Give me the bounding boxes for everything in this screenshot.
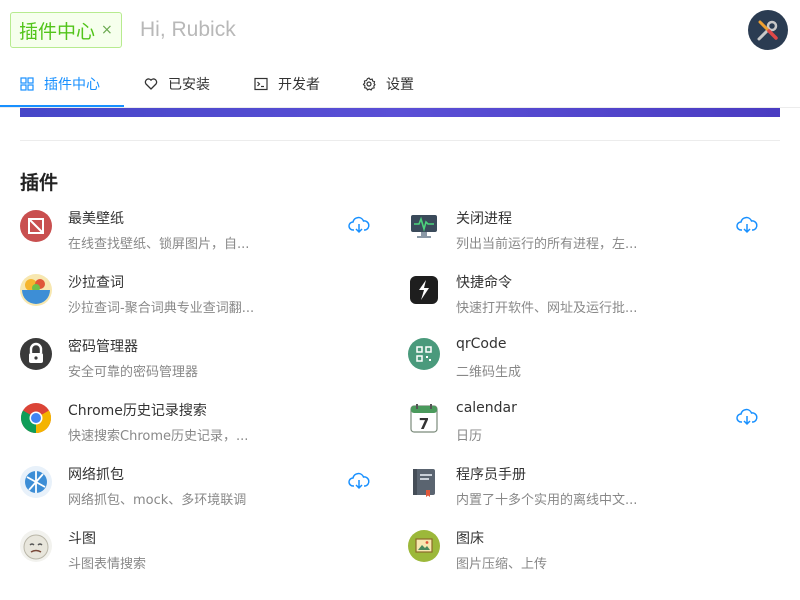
section-title: 插件 <box>20 172 59 194</box>
cloud-download-icon[interactable] <box>736 216 758 234</box>
plugin-market-window: 插件中心 × 插件中心 <box>0 0 800 600</box>
cloud-download-icon[interactable] <box>736 408 758 426</box>
plugin-desc: 日历 <box>456 429 483 444</box>
plugin-item[interactable]: 关闭进程 列出当前运行的所有进程，左... <box>408 206 768 262</box>
plugin-desc: 斗图表情搜索 <box>68 557 147 572</box>
plugin-item[interactable]: 图床 图片压缩、上传 <box>408 526 768 582</box>
carousel-banner[interactable] <box>20 108 780 117</box>
nav-tabs: 插件中心 已安装 开发者 设置 <box>0 62 800 108</box>
plugin-desc: 在线查找壁纸、锁屏图片，自... <box>68 237 250 252</box>
plugin-name: qrCode <box>456 336 507 352</box>
network-icon <box>20 466 52 498</box>
plugin-name: calendar <box>456 400 517 416</box>
plugin-name: 程序员手册 <box>456 467 526 483</box>
tab-developer[interactable]: 开发者 <box>254 62 320 106</box>
plugin-name: 图床 <box>456 531 484 547</box>
tab-installed[interactable]: 已安装 <box>144 62 210 106</box>
plugin-desc: 安全可靠的密码管理器 <box>68 365 199 380</box>
terminal-icon <box>254 77 268 91</box>
monitor-icon <box>408 210 440 242</box>
plugin-item[interactable]: qrCode 二维码生成 <box>408 334 768 390</box>
lock-icon <box>20 338 52 370</box>
plugin-desc: 二维码生成 <box>456 365 522 380</box>
calendar-icon: 7 <box>408 402 440 434</box>
plugin-name: 关闭进程 <box>456 211 512 227</box>
plugin-desc: 快速搜索Chrome历史记录，... <box>68 429 249 444</box>
grid-icon <box>20 77 34 91</box>
plugin-name: 快捷命令 <box>456 275 512 291</box>
search-bar: 插件中心 × <box>0 0 800 60</box>
tab-settings[interactable]: 设置 <box>362 62 414 106</box>
plugin-name: 网络抓包 <box>68 467 124 483</box>
tag-label: 插件中心 <box>19 20 96 43</box>
plugin-item[interactable]: 快捷命令 快速打开软件、网址及运行批... <box>408 270 768 326</box>
close-icon[interactable]: × <box>101 23 113 37</box>
tab-label: 开发者 <box>278 77 320 93</box>
plugin-item[interactable]: 沙拉查词 沙拉查词-聚合词典专业查词翻... <box>20 270 380 326</box>
plugin-name: 密码管理器 <box>68 339 138 355</box>
plugin-name: Chrome历史记录搜索 <box>68 403 207 419</box>
tab-label: 设置 <box>386 77 414 93</box>
plugin-item[interactable]: 程序员手册 内置了十多个实用的离线中文... <box>408 462 768 518</box>
cloud-download-icon[interactable] <box>348 472 370 490</box>
plugin-item[interactable]: 密码管理器 安全可靠的密码管理器 <box>20 334 380 390</box>
book-icon <box>408 466 440 498</box>
plugin-name: 最美壁纸 <box>68 211 124 227</box>
plugin-item[interactable]: Chrome历史记录搜索 快速搜索Chrome历史记录，... <box>20 398 380 454</box>
plugin-desc: 列出当前运行的所有进程，左... <box>456 237 638 252</box>
image-frame-icon <box>408 530 440 562</box>
rubick-logo-icon[interactable] <box>748 10 788 50</box>
meme-face-icon <box>20 530 52 562</box>
plugin-item[interactable]: 7 calendar 日历 <box>408 398 768 454</box>
plugin-desc: 沙拉查词-聚合词典专业查词翻... <box>68 301 255 316</box>
search-input[interactable] <box>140 14 700 46</box>
plugin-desc: 图片压缩、上传 <box>456 557 548 572</box>
active-tab-indicator <box>0 105 124 107</box>
plugin-name: 沙拉查词 <box>68 275 124 291</box>
tools-icon <box>757 20 778 41</box>
plugin-center-tag[interactable]: 插件中心 × <box>10 12 122 48</box>
bolt-icon <box>410 276 438 304</box>
tab-label: 已安装 <box>168 77 210 93</box>
plugin-desc: 内置了十多个实用的离线中文... <box>456 493 638 508</box>
plugin-item[interactable]: 最美壁纸 在线查找壁纸、锁屏图片，自... <box>20 206 380 262</box>
tab-plugin-center[interactable]: 插件中心 <box>20 62 100 106</box>
wallpaper-icon <box>20 210 52 242</box>
plugin-desc: 网络抓包、mock、多环境联调 <box>68 493 247 508</box>
calendar-day: 7 <box>419 415 429 433</box>
plugin-desc: 快速打开软件、网址及运行批... <box>456 301 638 316</box>
gear-icon <box>362 77 376 91</box>
tab-label: 插件中心 <box>44 77 100 93</box>
qrcode-icon <box>408 338 440 370</box>
cloud-download-icon[interactable] <box>348 216 370 234</box>
heart-icon <box>144 78 158 90</box>
salad-icon <box>20 274 52 306</box>
chrome-icon <box>20 402 52 434</box>
plugin-name: 斗图 <box>68 531 96 547</box>
plugin-item[interactable]: 斗图 斗图表情搜索 <box>20 526 380 582</box>
section-divider <box>20 140 780 141</box>
plugin-item[interactable]: 网络抓包 网络抓包、mock、多环境联调 <box>20 462 380 518</box>
